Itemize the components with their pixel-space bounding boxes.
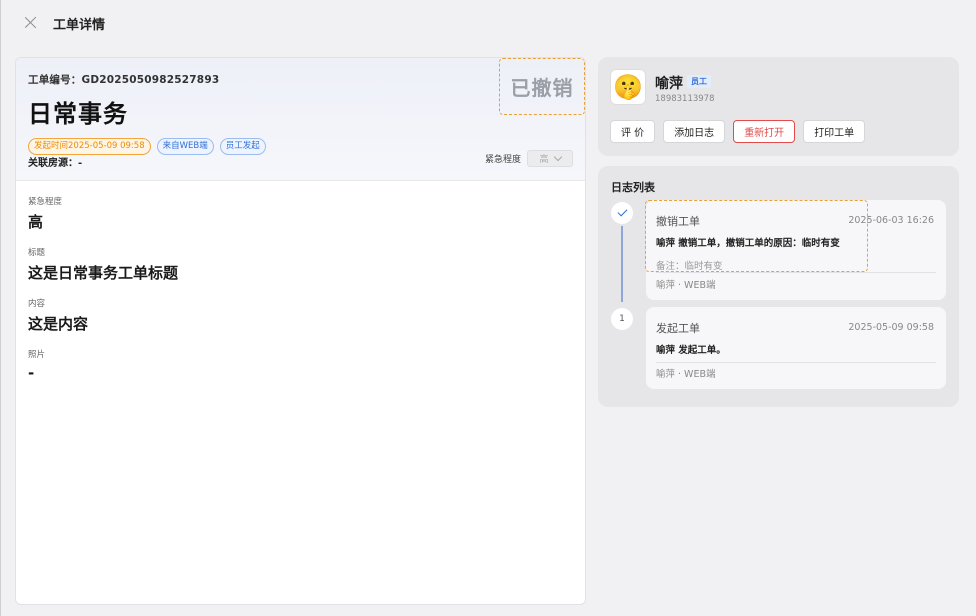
user-card: 🤫 喻萍 员工 18983113978 评 价 添加日志 重新打开 打印工单 — [598, 57, 959, 156]
reopen-button[interactable]: 重新打开 — [733, 120, 796, 143]
close-icon[interactable] — [23, 15, 39, 31]
log-time: 2025-06-03 16:26 — [848, 215, 934, 226]
urgency-control: 紧急程度 高 — [485, 150, 573, 167]
role-badge: 员工 — [687, 75, 711, 88]
field-value-title: 这是日常事务工单标题 — [28, 264, 179, 282]
urgency-selected-value: 高 — [539, 155, 549, 165]
timeline-line — [621, 226, 623, 302]
log-action: 撤销工单 — [656, 215, 700, 228]
modal-header: 工单详情 — [1, 0, 976, 46]
log-item: 发起工单 2025-05-09 09:58 喻萍 发起工单。 喻萍 · WEB端 — [646, 307, 946, 389]
ticket-summary: 工单编号：GD2025050982527893 日常事务 发起时间2025-05… — [16, 58, 585, 181]
log-time: 2025-05-09 09:58 — [848, 322, 934, 333]
ticket-fields: 紧急程度 高 标题 这是日常事务工单标题 内容 这是内容 照片 - — [16, 181, 585, 410]
log-note: 备注：临时有变 — [656, 261, 723, 272]
initiator-tag: 员工发起 — [219, 138, 266, 155]
divider — [656, 272, 936, 273]
avatar: 🤫 — [610, 69, 646, 105]
add-log-button[interactable]: 添加日志 — [663, 120, 726, 143]
step-number: 1 — [611, 308, 633, 330]
user-phone: 18983113978 — [655, 94, 715, 104]
ticket-info-panel: 工单编号：GD2025050982527893 日常事务 发起时间2025-05… — [15, 57, 586, 605]
divider — [656, 362, 936, 363]
cancelled-stamp: 已撤销 — [499, 58, 585, 115]
field-value-photos: - — [28, 364, 35, 382]
log-list-card: 日志列表 1 撤销工单 2025-06-03 16:26 喻萍 撤销工单，撤销工… — [598, 166, 959, 407]
check-icon — [611, 202, 633, 224]
urgency-label: 紧急程度 — [484, 155, 521, 165]
log-list-title: 日志列表 — [611, 181, 655, 194]
log-source: 喻萍 · WEB端 — [656, 280, 716, 291]
log-description: 喻萍 发起工单。 — [656, 345, 726, 356]
print-button[interactable]: 打印工单 — [803, 120, 866, 143]
field-label-title: 标题 — [28, 248, 46, 258]
created-time-tag: 发起时间2025-05-09 09:58 — [28, 138, 151, 155]
user-name: 喻萍 — [655, 76, 683, 92]
field-label-content: 内容 — [28, 299, 46, 309]
ticket-type-title: 日常事务 — [28, 100, 128, 128]
field-label-photos: 照片 — [28, 350, 46, 360]
log-action: 发起工单 — [656, 322, 700, 335]
field-label-urgency: 紧急程度 — [28, 197, 63, 207]
source-tag: 来自WEB端 — [156, 138, 214, 155]
related-property: 关联房源：- — [28, 158, 83, 169]
log-description: 喻萍 撤销工单，撤销工单的原因：临时有变 — [656, 238, 840, 249]
order-number: 工单编号：GD2025050982527893 — [28, 74, 220, 86]
urgency-select[interactable]: 高 — [527, 150, 573, 167]
field-value-content: 这是内容 — [28, 315, 89, 333]
log-source: 喻萍 · WEB端 — [656, 369, 716, 380]
chevron-down-icon — [553, 152, 562, 162]
field-value-urgency: 高 — [28, 213, 44, 231]
rate-button[interactable]: 评 价 — [610, 120, 656, 143]
action-bar: 评 价 添加日志 重新打开 打印工单 — [610, 120, 866, 143]
ticket-detail-modal: 工单详情 工单编号：GD2025050982527893 日常事务 发起时间20… — [0, 0, 976, 616]
modal-title: 工单详情 — [53, 17, 106, 33]
log-item: 撤销工单 2025-06-03 16:26 喻萍 撤销工单，撤销工单的原因：临时… — [646, 200, 946, 300]
